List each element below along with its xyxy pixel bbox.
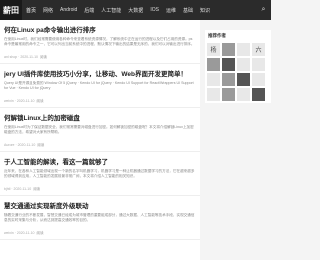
author-avatar[interactable] xyxy=(252,73,265,86)
nav-item-2[interactable]: Android xyxy=(60,7,77,14)
article-excerpt: 随着交通行业的不断发展，智慧交通已经成为城市管理的重要组成部分，通过大数据、人工… xyxy=(4,213,195,222)
author-avatar-grid: 杨六 xyxy=(207,43,269,101)
site-logo[interactable]: 薪田 xyxy=(0,0,22,20)
top-navbar: 薪田 首页 网络 Android 后端 人工智能 大数据 IOS 运维 基础 知识 ⌕ xyxy=(0,0,271,20)
nav-item-1[interactable]: 网络 xyxy=(43,7,53,14)
sidebar-title: 推荐作者 xyxy=(208,33,226,38)
read-link[interactable]: 阅读 xyxy=(33,187,40,191)
author-avatar[interactable] xyxy=(222,43,235,56)
nav-item-3[interactable]: 后端 xyxy=(84,7,94,14)
article-title[interactable]: 慧交通通过实现新度外级联动 xyxy=(4,200,196,210)
author-avatar[interactable] xyxy=(207,88,220,101)
main-nav: 首页 网络 Android 后端 人工智能 大数据 IOS 运维 基础 知识 xyxy=(26,7,210,14)
author-avatar[interactable] xyxy=(237,43,250,56)
search-icon[interactable]: ⌕ xyxy=(259,5,268,14)
author-avatar[interactable] xyxy=(222,88,235,101)
author-avatar[interactable] xyxy=(207,58,220,71)
author-avatar[interactable] xyxy=(252,88,265,101)
article-author-date: weixin · 2020-11-10 xyxy=(4,99,35,103)
article-meta: weixin · 2020-11-10 阅读 xyxy=(4,99,196,104)
article-excerpt: Query UI是开源且免费的 Window Of 5 jQuery · Ken… xyxy=(4,81,194,90)
author-avatar[interactable] xyxy=(237,88,250,101)
article-author-date: bjhtl · 2020-11-10 xyxy=(4,187,32,191)
author-avatar[interactable]: 杨 xyxy=(207,43,220,56)
article-author-date: Aurore · 2020-11-10 xyxy=(4,143,36,147)
article-excerpt: 在使用Linux时为了保证数据安全，我们常常需要对磁盘进行加密。如何解锁加密的磁… xyxy=(4,125,194,134)
article-title[interactable]: 何解锁Linux上的加密磁盘 xyxy=(4,112,196,122)
article-list: 何在Linux pa命令输出进行排序 在使用Linux时，我们经常需要使用各种命令… xyxy=(0,20,200,260)
sidebar-authors: 推荐作者 杨六 xyxy=(205,30,271,103)
article-title[interactable]: 何在Linux pa命令输出进行排序 xyxy=(4,24,196,34)
author-avatar[interactable] xyxy=(222,58,235,71)
nav-item-0[interactable]: 首页 xyxy=(26,7,36,14)
article-excerpt: 在使用Linux时，我们经常需要使用各种命令来查看系统资源情况，了解系统中正在运… xyxy=(4,37,195,46)
read-link[interactable]: 阅读 xyxy=(36,99,43,103)
author-avatar[interactable] xyxy=(222,73,235,86)
nav-item-5[interactable]: 大数据 xyxy=(128,7,143,14)
article-item: jery UI插件库使用技巧小分享，让移动、Web界面开发更简单！ Query U… xyxy=(0,64,200,108)
nav-item-4[interactable]: 人工智能 xyxy=(101,7,121,14)
article-meta: weixin · 2020-11-10 阅读 xyxy=(4,231,196,236)
article-excerpt: 近年来，在各种人工智能领域出现一个新的名字叫机器学习，机器学习是一种让机器通过数… xyxy=(4,169,195,178)
read-link[interactable]: 阅读 xyxy=(37,143,44,147)
article-meta: bjhtl · 2020-11-10 阅读 xyxy=(4,187,196,192)
article-title[interactable]: jery UI插件库使用技巧小分享，让移动、Web界面开发更简单！ xyxy=(4,68,196,78)
author-avatar[interactable] xyxy=(237,58,250,71)
article-item: 于人工智能的解读，看这一篇就够了 近年来，在各种人工智能领域出现一个新的名字叫机器… xyxy=(0,152,200,196)
article-item: 何解锁Linux上的加密磁盘 在使用Linux时为了保证数据安全，我们常常需要对磁… xyxy=(0,108,200,152)
author-avatar[interactable] xyxy=(207,73,220,86)
article-item: 何在Linux pa命令输出进行排序 在使用Linux时，我们经常需要使用各种命令… xyxy=(0,20,200,64)
article-item: 慧交通通过实现新度外级联动 随着交通行业的不断发展，智慧交通已经成为城市管理的重要… xyxy=(0,196,200,240)
author-avatar[interactable]: 六 xyxy=(252,43,265,56)
author-avatar[interactable] xyxy=(252,58,265,71)
article-title[interactable]: 于人工智能的解读，看这一篇就够了 xyxy=(4,156,196,166)
nav-item-7[interactable]: 运维 xyxy=(166,7,176,14)
nav-item-6[interactable]: IOS xyxy=(150,7,159,14)
article-meta: Aurore · 2020-11-10 阅读 xyxy=(4,143,196,148)
nav-item-8[interactable]: 基础 xyxy=(183,7,193,14)
read-link[interactable]: 阅读 xyxy=(36,231,43,235)
article-author-date: anl shop · 2020-11-10 xyxy=(4,55,38,59)
article-meta: anl shop · 2020-11-10 阅读 xyxy=(4,55,196,60)
article-author-date: weixin · 2020-11-10 xyxy=(4,231,35,235)
author-avatar[interactable] xyxy=(237,73,250,86)
read-link[interactable]: 阅读 xyxy=(40,55,47,59)
nav-item-9[interactable]: 知识 xyxy=(200,7,210,14)
